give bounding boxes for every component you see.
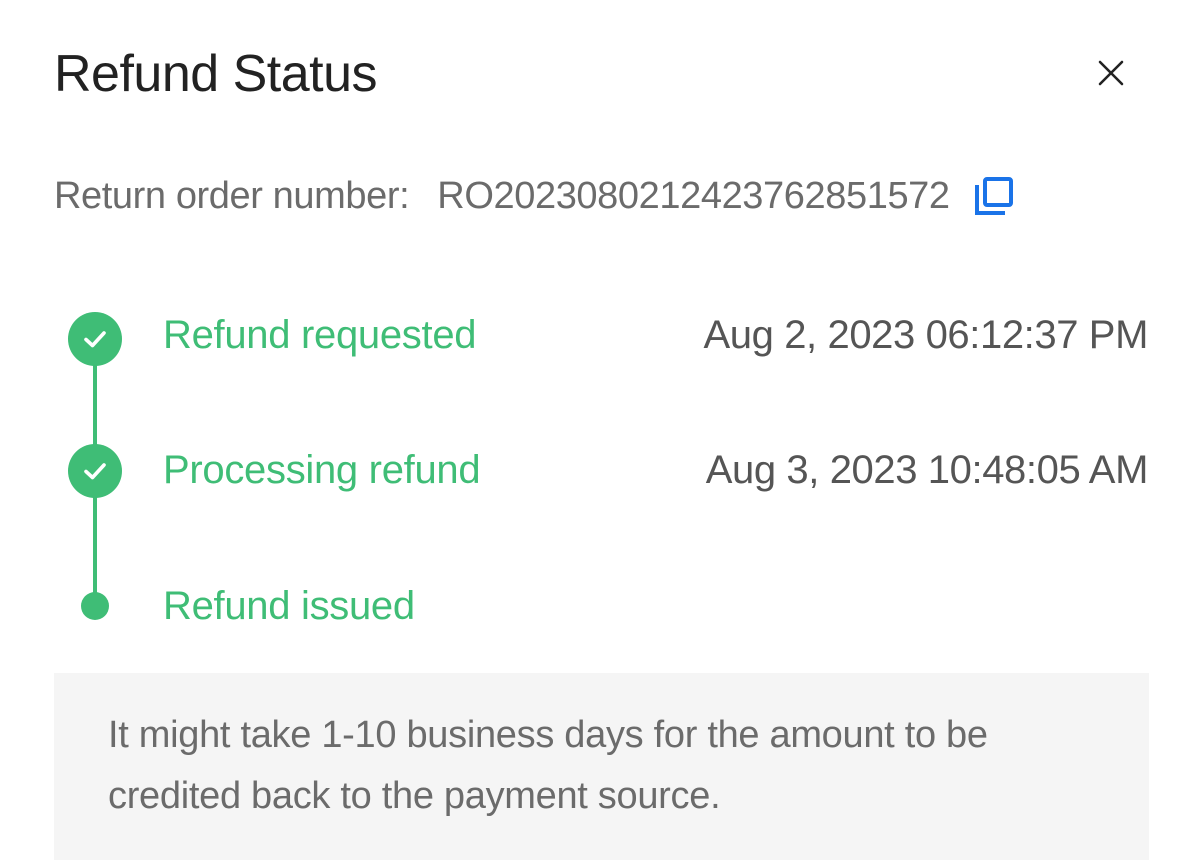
check-icon xyxy=(84,331,106,348)
step-timestamp: Aug 3, 2023 10:48:05 AM xyxy=(705,448,1149,492)
check-icon xyxy=(84,463,106,480)
notice-text: It might take 1-10 business days for the… xyxy=(108,714,988,817)
step-timestamp: Aug 2, 2023 06:12:37 PM xyxy=(703,313,1149,357)
dot-icon xyxy=(81,592,109,620)
step-label: Processing refund xyxy=(163,448,481,492)
refund-timeline: Refund requested Aug 2, 2023 06:12:37 PM… xyxy=(0,0,1200,660)
step-label: Refund requested xyxy=(163,313,477,357)
step-completed-marker xyxy=(68,312,122,366)
step-label: Refund issued xyxy=(163,584,415,628)
refund-notice: It might take 1-10 business days for the… xyxy=(54,673,1149,860)
step-completed-marker xyxy=(68,444,122,498)
